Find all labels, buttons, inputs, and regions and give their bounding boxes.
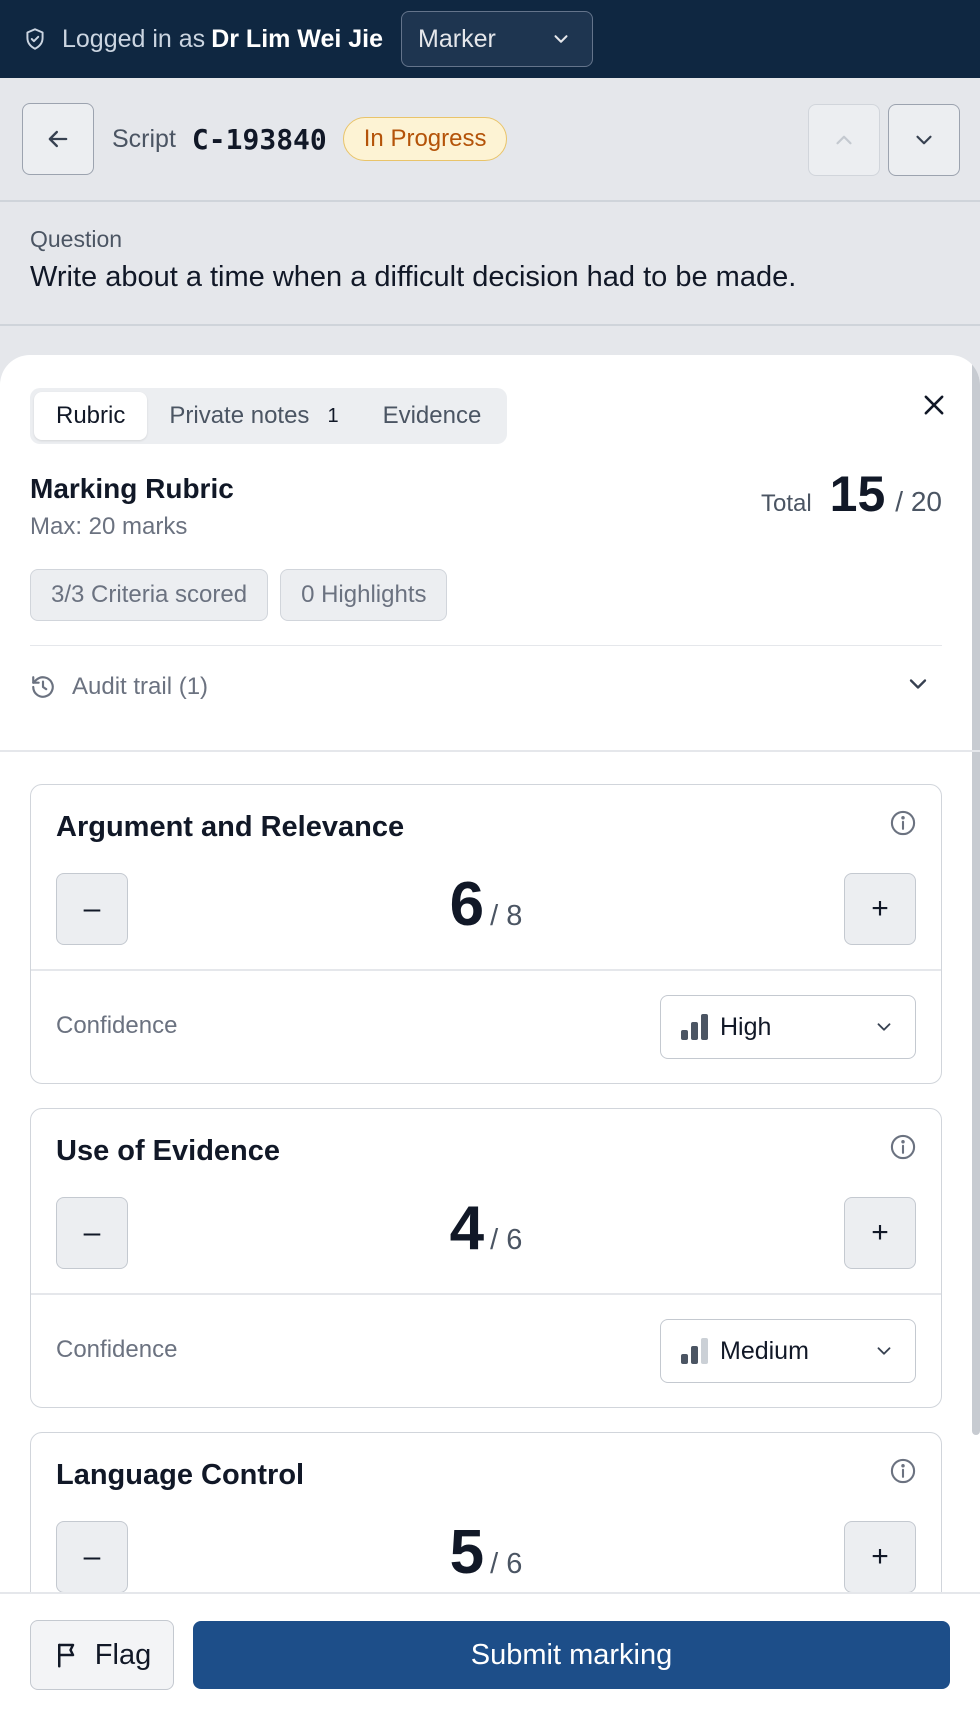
close-icon (924, 395, 944, 415)
history-icon (32, 675, 54, 698)
chevron-down-icon (909, 679, 927, 689)
divider (31, 969, 941, 971)
total-value: 15 (829, 466, 886, 522)
tab-label: Evidence (382, 402, 482, 429)
score-value: 5 (449, 1518, 485, 1587)
tab-label: Rubric (56, 402, 126, 429)
login-status: Logged in as Dr Lim Wei Jie (62, 25, 383, 54)
tab-private-notes[interactable]: Private notes 1 (147, 392, 360, 440)
criterion-title: Argument and Relevance (56, 811, 405, 843)
score-max: / 8 (490, 900, 523, 932)
confidence-label: Confidence (56, 1336, 178, 1363)
info-icon[interactable] (889, 809, 917, 837)
criterion-card: Argument and Relevance – 6/ 8 + Confiden… (30, 784, 942, 1084)
rubric-panel: Rubric Private notes 1 Evidence Marking R… (0, 355, 980, 1712)
tab-rubric[interactable]: Rubric (34, 392, 148, 440)
chevron-down-icon (916, 135, 932, 145)
highlights-chip[interactable]: 0 Highlights (280, 569, 448, 621)
close-panel-button[interactable] (914, 385, 954, 425)
submit-marking-button[interactable]: Submit marking (193, 1621, 950, 1689)
total-score: Total 15 / 20 (761, 465, 942, 523)
audit-trail-toggle[interactable]: Audit trail (1) (30, 645, 942, 727)
increase-score-button[interactable]: + (844, 873, 916, 945)
rubric-max-marks: Max: 20 marks (30, 513, 188, 540)
confidence-select[interactable]: Medium (660, 1319, 916, 1383)
criteria-scored-chip: 3/3 Criteria scored (30, 569, 269, 621)
chevron-down-icon (877, 1023, 891, 1031)
flag-button[interactable]: Flag (30, 1620, 174, 1690)
divider (0, 750, 980, 752)
total-label: Total (760, 490, 812, 517)
notes-count: 1 (327, 404, 339, 427)
tab-label: Private notes (169, 402, 310, 429)
role-select[interactable]: Marker (401, 11, 594, 67)
user-name: Dr Lim Wei Jie (211, 24, 384, 53)
confidence-select[interactable]: High (660, 995, 916, 1059)
chevron-up-icon (836, 135, 852, 145)
back-button[interactable] (22, 103, 94, 175)
criterion-card: Use of Evidence – 4/ 6 + Confidence Medi… (30, 1108, 942, 1408)
score-max: / 6 (490, 1548, 523, 1580)
increase-score-button[interactable]: + (844, 1521, 916, 1593)
confidence-label: Confidence (56, 1012, 178, 1039)
criterion-score: 6/ 8 (31, 869, 941, 940)
signal-bars-icon (681, 1014, 708, 1040)
top-bar: Logged in as Dr Lim Wei Jie Marker (0, 0, 980, 78)
total-max: / 20 (895, 486, 942, 517)
score-max: / 6 (490, 1224, 523, 1256)
tab-evidence[interactable]: Evidence (361, 392, 504, 440)
script-header: Script C-193840 In Progress (0, 78, 980, 202)
chevron-down-icon (877, 1347, 891, 1355)
divider (31, 1293, 941, 1295)
role-value: Marker (418, 24, 496, 53)
confidence-value: High (720, 1012, 772, 1041)
script-navigation (808, 104, 960, 176)
login-prefix: Logged in as (62, 24, 206, 53)
info-icon[interactable] (889, 1133, 917, 1161)
chevron-down-icon (554, 35, 568, 43)
score-value: 6 (449, 870, 485, 939)
rubric-title: Marking Rubric (30, 473, 234, 504)
signal-bars-icon (681, 1338, 708, 1364)
criterion-title: Language Control (56, 1459, 305, 1491)
audit-trail-label: Audit trail (1) (72, 672, 209, 700)
panel-tabs: Rubric Private notes 1 Evidence (30, 388, 508, 444)
shield-check-icon (26, 28, 44, 50)
question-text: Write about a time when a difficult deci… (30, 261, 797, 293)
criterion-score: 5/ 6 (31, 1517, 941, 1588)
rubric-chips: 3/3 Criteria scored 0 Highlights (30, 569, 448, 621)
next-script-button[interactable] (888, 104, 960, 176)
score-value: 4 (449, 1194, 485, 1263)
flag-label: Flag (94, 1638, 152, 1671)
criterion-title: Use of Evidence (56, 1135, 281, 1167)
question-label: Question (30, 226, 123, 252)
action-footer: Flag Submit marking (0, 1592, 980, 1712)
arrow-left-icon (48, 130, 68, 148)
scrollbar[interactable] (972, 355, 980, 1435)
question-section: Question Write about a time when a diffi… (0, 202, 980, 326)
info-icon[interactable] (889, 1457, 917, 1485)
status-badge: In Progress (342, 117, 508, 161)
flag-icon (57, 1643, 75, 1668)
confidence-value: Medium (720, 1336, 809, 1365)
script-id: C-193840 (191, 122, 327, 156)
increase-score-button[interactable]: + (844, 1197, 916, 1269)
criterion-score: 4/ 6 (31, 1193, 941, 1264)
script-label: Script (112, 124, 176, 153)
previous-script-button[interactable] (808, 104, 880, 176)
